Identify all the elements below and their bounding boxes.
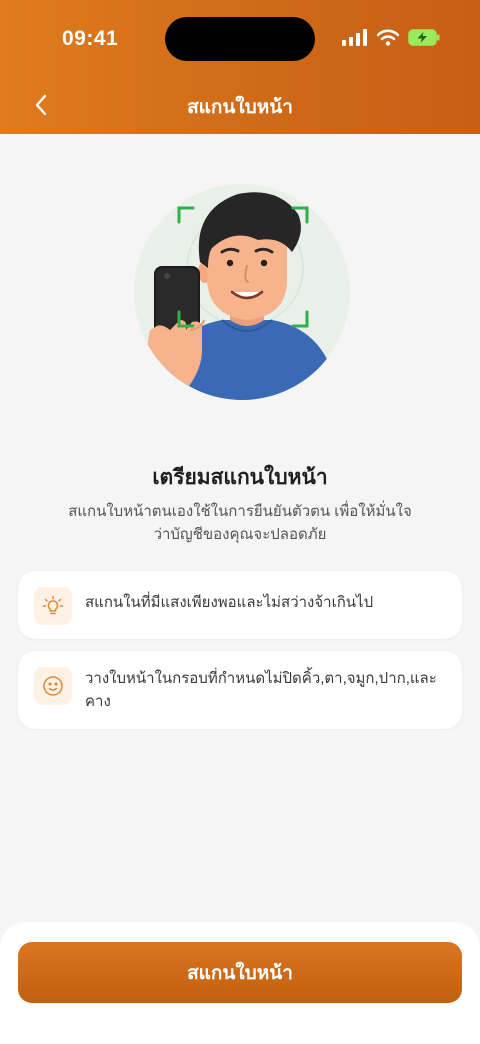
- lightbulb-icon: [34, 587, 72, 625]
- battery-charging-icon: [408, 29, 440, 46]
- section-heading: เตรียมสแกนใบหน้า: [152, 466, 328, 489]
- face-scan-illustration: [130, 180, 350, 402]
- status-time: 09:41: [62, 27, 119, 50]
- tip-text: วางใบหน้าในกรอบที่กำหนดไม่ปิดคิ้ว,ตา,จมู…: [85, 670, 437, 710]
- tip-card-face-position: วางใบหน้าในกรอบที่กำหนดไม่ปิดคิ้ว,ตา,จมู…: [18, 651, 462, 729]
- dynamic-island: [165, 17, 315, 61]
- page-title: สแกนใบหน้า: [187, 97, 293, 118]
- wifi-icon: [377, 29, 399, 46]
- app-header: 09:41 สแกนใบหน้า: [0, 0, 480, 134]
- status-icons: [342, 29, 440, 46]
- signal-icon: [342, 29, 367, 46]
- smiley-face-icon: [34, 667, 72, 705]
- tip-card-lighting: สแกนในที่มีแสงเพียงพอและไม่สว่างจ้าเกินไ…: [18, 571, 462, 639]
- section-description: สแกนใบหน้าตนเองใช้ในการยืนยันตัวตน เพื่อ…: [68, 503, 412, 543]
- tip-text: สแกนในที่มีแสงเพียงพอและไม่สว่างจ้าเกินไ…: [85, 594, 374, 611]
- scan-face-button[interactable]: สแกนใบหน้า: [18, 942, 462, 1003]
